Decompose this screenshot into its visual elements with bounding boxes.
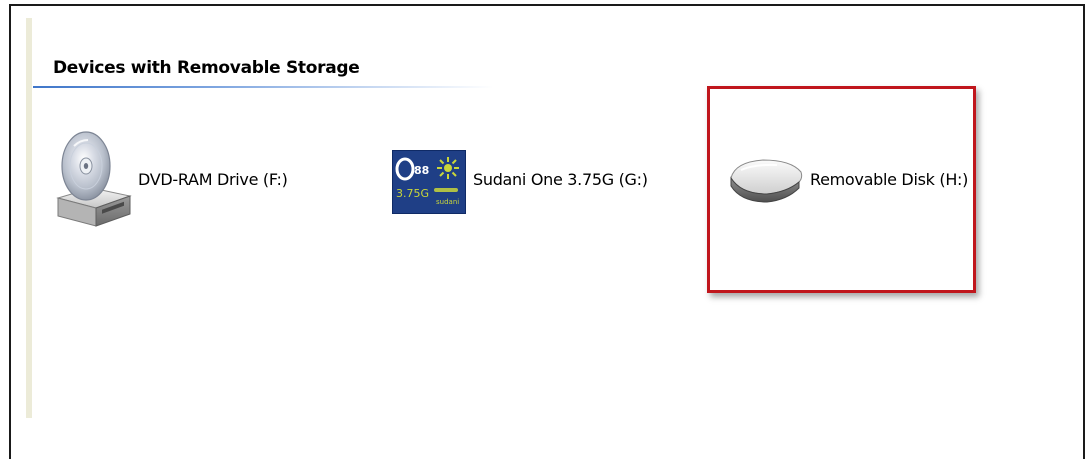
left-pane-strip — [26, 18, 32, 418]
svg-text:3.75G: 3.75G — [396, 187, 429, 200]
svg-text:88: 88 — [414, 164, 429, 177]
highlight-box — [707, 86, 976, 293]
svg-text:sudani: sudani — [436, 198, 459, 206]
sudani-modem-icon: 88 3.75G sudani — [391, 149, 467, 218]
device-label-dvd-drive: DVD-RAM Drive (F:) — [138, 170, 288, 189]
device-label-sudani-modem: Sudani One 3.75G (G:) — [473, 170, 648, 189]
group-title: Devices with Removable Storage — [53, 58, 360, 78]
group-divider — [33, 86, 493, 88]
dvd-drive-icon — [52, 126, 132, 240]
device-item-dvd-drive[interactable]: DVD-RAM Drive (F:) — [52, 126, 302, 236]
device-item-sudani-modem[interactable]: 88 3.75G sudani Sudani One 3.75G (G:) — [391, 149, 662, 220]
